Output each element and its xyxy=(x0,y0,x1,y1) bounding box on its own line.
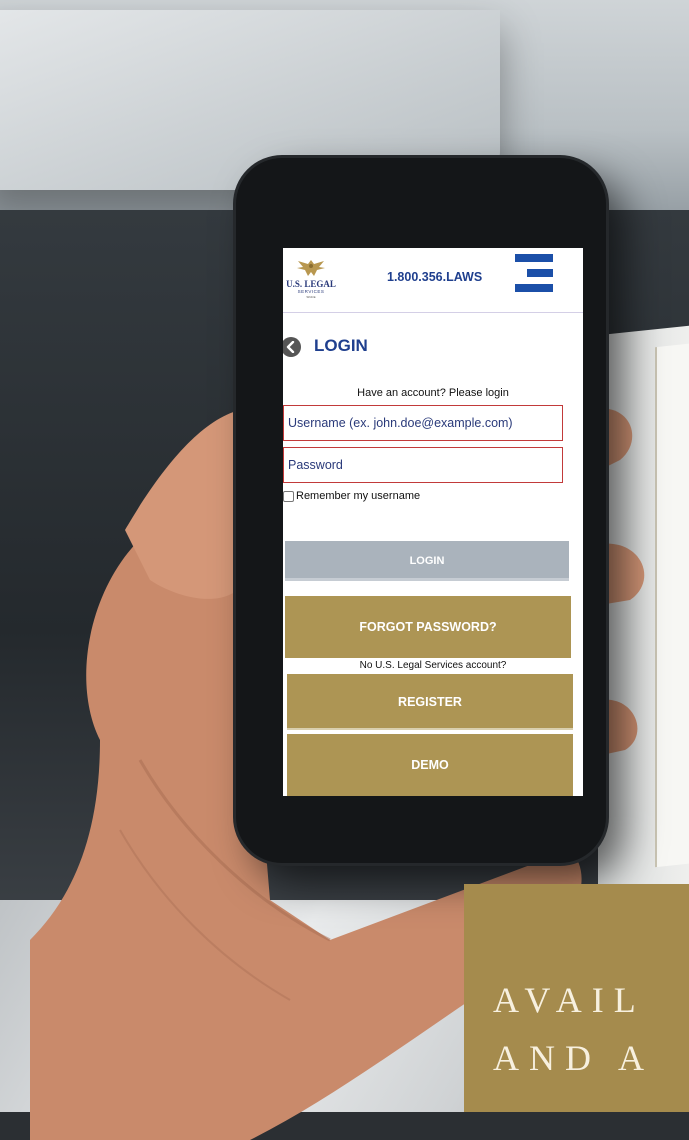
banner-line-1: AVAIL xyxy=(493,980,646,1020)
remember-label: Remember my username xyxy=(296,490,421,502)
register-button[interactable]: REGISTER xyxy=(287,674,573,730)
phone-number-link[interactable]: 1.800.356.LAWS xyxy=(387,270,482,284)
username-field[interactable]: Username (ex. john.doe@example.com) xyxy=(283,405,563,441)
chevron-left-icon xyxy=(286,341,295,353)
phone-screen: U.S. LEGAL SERVICES SINCE 1.800.356.LAWS… xyxy=(283,248,583,796)
no-account-text: No U.S. Legal Services account? xyxy=(359,660,507,671)
hamburger-menu-icon[interactable] xyxy=(515,254,553,294)
gold-banner: AVAIL AND A xyxy=(464,884,689,1112)
logo-tiny-text: SINCE xyxy=(306,295,316,299)
logo-text: U.S. LEGAL xyxy=(286,279,336,289)
paper-document-edge xyxy=(655,342,689,868)
page-title: LOGIN xyxy=(314,336,368,355)
login-button[interactable]: LOGIN xyxy=(285,541,569,581)
back-button[interactable] xyxy=(283,337,301,357)
banner-line-2: AND A xyxy=(493,1038,655,1078)
us-legal-logo[interactable]: U.S. LEGAL SERVICES SINCE xyxy=(283,258,339,306)
password-field[interactable]: Password xyxy=(283,447,563,483)
forgot-password-button[interactable]: FORGOT PASSWORD? xyxy=(285,596,571,658)
login-prompt: Have an account? Please login xyxy=(357,387,509,399)
app-header: U.S. LEGAL SERVICES SINCE 1.800.356.LAWS xyxy=(283,248,583,313)
remember-username[interactable]: Remember my username xyxy=(283,490,420,502)
demo-button[interactable]: DEMO xyxy=(287,734,573,796)
eagle-emblem-icon xyxy=(297,260,325,276)
remember-checkbox[interactable] xyxy=(283,490,294,502)
